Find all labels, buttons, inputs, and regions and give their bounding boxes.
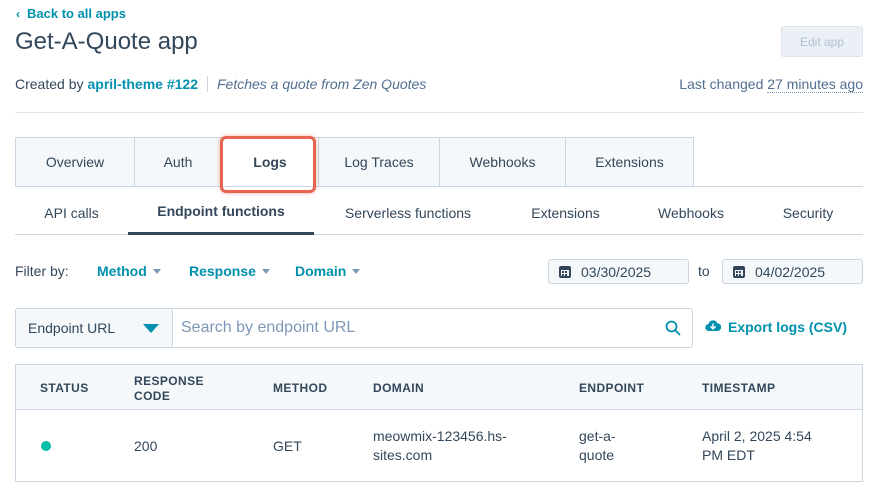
- logs-table: STATUS RESPONSE CODE METHOD DOMAIN ENDPO…: [15, 364, 863, 482]
- calendar-icon: [559, 265, 571, 278]
- domain-filter-label: Domain: [295, 263, 347, 279]
- export-logs-label: Export logs (CSV): [728, 319, 848, 335]
- sub-tabs: API calls Endpoint functions Serverless …: [15, 190, 863, 235]
- date-from-value: 03/30/2025: [581, 263, 652, 280]
- meta-divider: [206, 76, 208, 92]
- tabs-baseline: [15, 186, 863, 187]
- last-changed-prefix: Last changed: [679, 76, 764, 92]
- column-response-code[interactable]: RESPONSE CODE: [134, 374, 204, 404]
- column-endpoint[interactable]: ENDPOINT: [579, 381, 644, 396]
- subtab-extensions[interactable]: Extensions: [502, 190, 629, 235]
- calendar-icon: [733, 265, 745, 278]
- subtab-security[interactable]: Security: [753, 190, 863, 235]
- cell-endpoint: get-a- quote: [579, 427, 616, 465]
- tab-webhooks[interactable]: Webhooks: [440, 137, 566, 187]
- status-success-dot: [41, 441, 51, 451]
- cell-timestamp-line1: April 2, 2025 4:54: [702, 428, 812, 444]
- cell-endpoint-line1: get-a-: [579, 428, 616, 444]
- column-method[interactable]: METHOD: [273, 381, 327, 396]
- cell-domain: meowmix-123456.hs- sites.com: [373, 427, 507, 465]
- table-header: STATUS RESPONSE CODE METHOD DOMAIN ENDPO…: [16, 365, 862, 410]
- last-changed-time[interactable]: 27 minutes ago: [767, 76, 863, 93]
- tab-overview[interactable]: Overview: [15, 137, 135, 187]
- chevron-left-icon: ‹: [16, 6, 20, 21]
- back-link-label: Back to all apps: [27, 6, 126, 21]
- date-to-value: 04/02/2025: [755, 263, 826, 280]
- method-filter[interactable]: Method: [97, 263, 161, 279]
- caret-down-icon: [261, 268, 270, 274]
- creator-link[interactable]: april-theme #122: [87, 76, 198, 92]
- export-logs-button[interactable]: Export logs (CSV): [705, 319, 847, 335]
- tab-auth[interactable]: Auth: [135, 137, 222, 187]
- response-filter[interactable]: Response: [189, 263, 270, 279]
- created-by-prefix: Created by: [15, 76, 84, 92]
- cell-timestamp-line2: PM EDT: [702, 447, 755, 463]
- cell-endpoint-line2: quote: [579, 447, 615, 463]
- tab-extensions[interactable]: Extensions: [566, 137, 694, 187]
- app-description: Fetches a quote from Zen Quotes: [216, 76, 427, 92]
- response-filter-label: Response: [189, 263, 256, 279]
- filter-label: Filter by:: [15, 263, 69, 279]
- subtab-serverless-functions[interactable]: Serverless functions: [314, 190, 502, 235]
- caret-down-icon: [352, 268, 361, 274]
- edit-app-button[interactable]: Edit app: [781, 26, 863, 57]
- back-to-apps-link[interactable]: ‹ Back to all apps: [16, 6, 126, 21]
- column-status[interactable]: STATUS: [40, 381, 89, 396]
- subtab-webhooks[interactable]: Webhooks: [629, 190, 753, 235]
- date-to-input[interactable]: 04/02/2025: [722, 259, 863, 284]
- header-divider: [15, 112, 863, 113]
- column-response-line1: RESPONSE: [134, 374, 204, 388]
- column-response-line2: CODE: [134, 389, 171, 403]
- cell-response-code: 200: [134, 438, 158, 454]
- search-input[interactable]: [173, 309, 654, 347]
- domain-filter[interactable]: Domain: [295, 263, 361, 279]
- cell-method: GET: [273, 438, 302, 454]
- cell-timestamp: April 2, 2025 4:54 PM EDT: [702, 427, 812, 465]
- logs-tab-highlight: [220, 136, 316, 193]
- cloud-download-icon: [705, 319, 722, 335]
- table-row[interactable]: 200 GET meowmix-123456.hs- sites.com get…: [16, 410, 862, 482]
- column-timestamp[interactable]: TIMESTAMP: [702, 381, 775, 396]
- cell-domain-line2: sites.com: [373, 447, 433, 463]
- method-filter-label: Method: [97, 263, 147, 279]
- subtab-endpoint-functions[interactable]: Endpoint functions: [128, 190, 314, 235]
- column-domain[interactable]: DOMAIN: [373, 381, 424, 396]
- cell-domain-line1: meowmix-123456.hs-: [373, 428, 507, 444]
- date-range-to: to: [698, 263, 710, 279]
- search-icon[interactable]: [654, 309, 692, 347]
- page-title: Get-A-Quote app: [15, 28, 198, 55]
- triangle-down-icon: [143, 323, 159, 333]
- main-tabs: Overview Auth Logs Log Traces Webhooks E…: [15, 137, 694, 187]
- subtab-api-calls[interactable]: API calls: [15, 190, 128, 235]
- search-field-value: Endpoint URL: [28, 320, 116, 336]
- caret-down-icon: [152, 268, 161, 274]
- date-from-input[interactable]: 03/30/2025: [548, 259, 689, 284]
- search-bar: Endpoint URL: [15, 308, 693, 348]
- search-field-select[interactable]: Endpoint URL: [16, 309, 173, 347]
- last-changed: Last changed 27 minutes ago: [679, 76, 863, 93]
- tab-log-traces[interactable]: Log Traces: [319, 137, 440, 187]
- app-meta: Created by april-theme #122 Fetches a qu…: [15, 76, 426, 92]
